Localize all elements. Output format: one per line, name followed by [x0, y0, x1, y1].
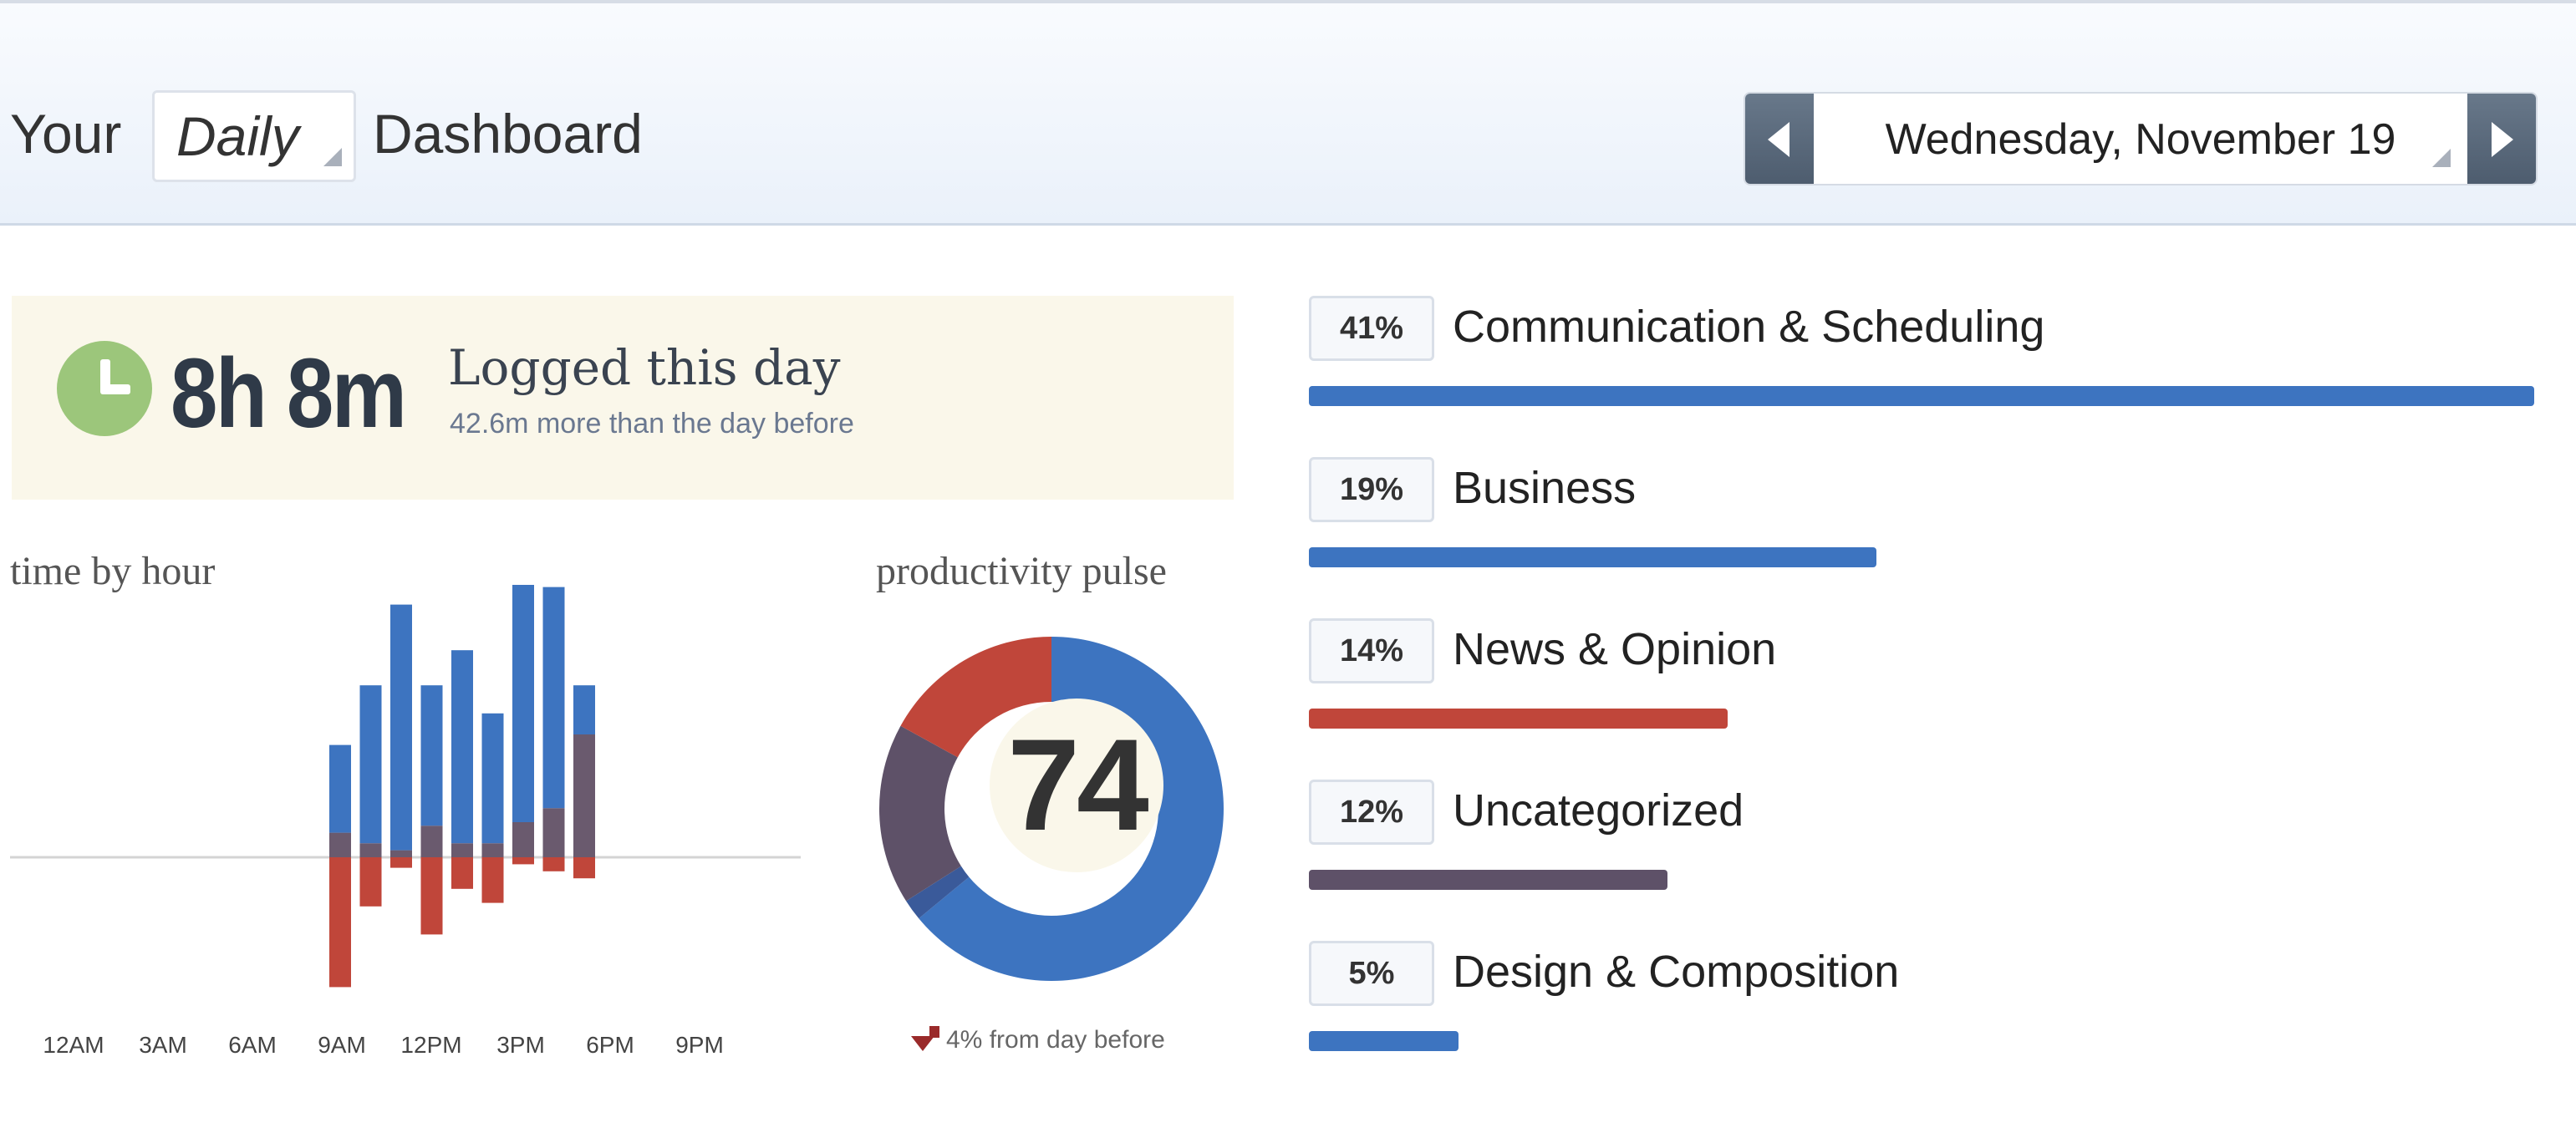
category-percent-badge: 41%: [1309, 296, 1434, 361]
time-by-hour-chart: 12AM 3AM 6AM 9AM 12PM 3PM 6PM 9PM: [10, 585, 801, 1058]
hour-bar-distracting: [542, 857, 565, 871]
category-row[interactable]: 19% Business: [1309, 457, 2534, 599]
dashboard-header: Your Daily Dashboard Wednesday, November…: [0, 0, 2576, 226]
hour-bar-productive: [573, 685, 595, 734]
hour-bar-distracting: [420, 857, 443, 935]
category-row[interactable]: 41% Communication & Scheduling: [1309, 296, 2534, 438]
hour-bar-neutral: [420, 826, 443, 857]
hour-bar-distracting: [329, 857, 351, 988]
hour-bar-productive: [542, 587, 565, 809]
date-select[interactable]: Wednesday, November 19: [1814, 94, 2467, 184]
hour-tick-label: 3PM: [496, 1032, 545, 1058]
hour-tick-label: 6PM: [586, 1032, 634, 1058]
hour-bar-productive: [390, 604, 412, 851]
hour-tick-label: 3AM: [139, 1032, 187, 1058]
category-percent-badge: 14%: [1309, 618, 1434, 683]
hour-bar-productive: [359, 685, 382, 844]
time-summary-panel: 8h 8m Logged this day 42.6m more than th…: [12, 296, 1234, 500]
hour-bar-distracting: [512, 857, 534, 865]
total-logged-time: 8h 8m: [171, 338, 407, 449]
hour-bar-productive: [512, 585, 534, 822]
chevron-right-icon: [2492, 122, 2513, 157]
hour-bar-distracting: [390, 857, 412, 868]
category-bar: [1309, 709, 1728, 729]
hour-bar-neutral: [512, 822, 534, 857]
period-select[interactable]: Daily: [152, 90, 356, 182]
hour-tick-label: 12PM: [400, 1032, 461, 1058]
category-name[interactable]: News & Opinion: [1453, 623, 1776, 675]
category-bar: [1309, 386, 2534, 406]
next-day-button[interactable]: [2467, 94, 2536, 184]
category-row[interactable]: 12% Uncategorized: [1309, 780, 2534, 922]
title-suffix: Dashboard: [373, 103, 643, 165]
category-name[interactable]: Uncategorized: [1453, 785, 1744, 836]
pulse-change-text: 4% from day before: [946, 1026, 1165, 1054]
period-value: Daily: [176, 105, 299, 167]
chevron-left-icon: [1768, 122, 1789, 157]
logged-comparison: 42.6m more than the day before: [450, 408, 854, 439]
clock-icon: [57, 341, 152, 436]
date-navigator: Wednesday, November 19: [1744, 92, 2538, 185]
previous-day-button[interactable]: [1745, 94, 1814, 184]
hour-tick-label: 12AM: [43, 1032, 104, 1058]
down-arrow-icon: [911, 1026, 939, 1051]
category-bar: [1309, 547, 1876, 567]
hour-bar-neutral: [390, 850, 412, 857]
category-name[interactable]: Business: [1453, 462, 1636, 514]
hour-bar-productive: [481, 713, 504, 844]
hour-bar-neutral: [329, 832, 351, 857]
hour-bar-distracting: [359, 857, 382, 907]
category-name[interactable]: Communication & Scheduling: [1453, 301, 2044, 353]
hour-bar-neutral: [451, 843, 473, 857]
hour-bar-neutral: [481, 843, 504, 857]
date-value: Wednesday, November 19: [1885, 115, 2396, 164]
dropdown-corner-icon: [323, 148, 342, 166]
pulse-score: 74: [990, 699, 1163, 872]
hour-bar-distracting: [451, 857, 473, 889]
hour-tick-label: 9PM: [675, 1032, 724, 1058]
hour-bar-productive: [329, 744, 351, 833]
hour-bar-neutral: [573, 734, 595, 857]
hour-bar-neutral: [359, 843, 382, 857]
hour-bar-neutral: [542, 808, 565, 857]
category-bar: [1309, 870, 1667, 890]
hour-bar-productive: [451, 650, 473, 844]
title-prefix: Your: [10, 103, 122, 165]
category-percent-badge: 5%: [1309, 941, 1434, 1006]
category-name[interactable]: Design & Composition: [1453, 946, 1899, 998]
category-bar: [1309, 1031, 1459, 1051]
productivity-pulse-title: productivity pulse: [876, 549, 1167, 593]
logged-label: Logged this day: [448, 339, 841, 396]
hour-tick-label: 9AM: [318, 1032, 366, 1058]
pulse-change: 4% from day before: [911, 1026, 1165, 1054]
hour-tick-label: 6AM: [228, 1032, 277, 1058]
hour-bar-distracting: [573, 857, 595, 879]
category-percent-badge: 19%: [1309, 457, 1434, 522]
dropdown-corner-icon: [2432, 149, 2451, 167]
hour-bar-distracting: [481, 857, 504, 903]
hour-bar-productive: [420, 685, 443, 826]
category-percent-badge: 12%: [1309, 780, 1434, 845]
category-row[interactable]: 14% News & Opinion: [1309, 618, 2534, 760]
category-row[interactable]: 5% Design & Composition: [1309, 941, 2534, 1083]
